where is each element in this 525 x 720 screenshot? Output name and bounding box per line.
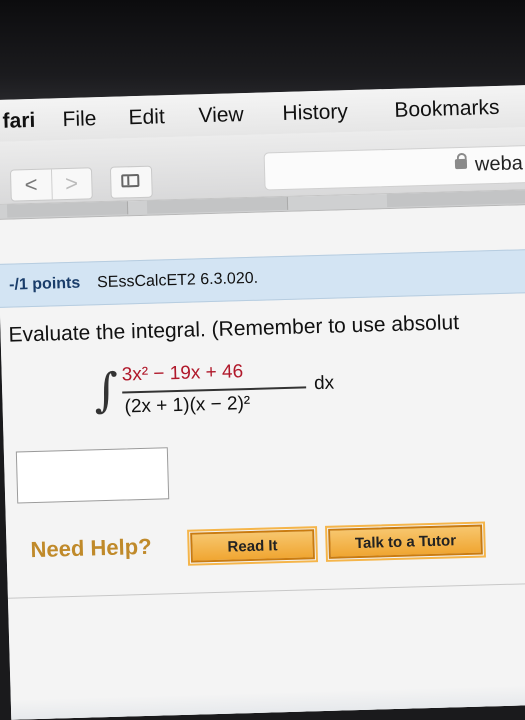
answer-input[interactable] — [15, 447, 170, 504]
fraction-bar — [122, 386, 307, 394]
menu-bookmarks[interactable]: Bookmarks — [394, 96, 500, 123]
need-help-label: Need Help? — [30, 533, 152, 563]
menu-view[interactable]: View — [198, 103, 244, 128]
sidebar-icon — [121, 173, 140, 188]
menu-history[interactable]: History — [282, 100, 348, 126]
url-text: weba — [474, 152, 524, 176]
menu-edit[interactable]: Edit — [128, 105, 165, 130]
page-bottom — [10, 684, 525, 720]
nav-buttons: < > — [9, 167, 93, 202]
bookmark-tab[interactable] — [146, 196, 289, 214]
menu-app-name[interactable]: fari — [2, 109, 35, 134]
address-bar[interactable]: weba — [263, 144, 525, 191]
talk-to-tutor-button[interactable]: Talk to a Tutor — [325, 521, 486, 563]
section-divider — [7, 582, 525, 599]
question-prompt: Evaluate the integral. (Remember to use … — [8, 311, 460, 347]
differential: dx — [313, 372, 335, 395]
question-code: SEssCalcET2 6.3.020. — [96, 269, 259, 292]
integral-sign: ∫ — [93, 362, 119, 418]
bookmark-tab[interactable] — [6, 201, 129, 218]
back-button[interactable]: < — [11, 169, 51, 200]
browser-window: fari File Edit View History Bookmarks < … — [0, 84, 525, 720]
integrand-numerator: 3x² − 19x + 46 — [121, 361, 244, 386]
menu-file[interactable]: File — [62, 107, 97, 132]
lock-icon — [454, 158, 468, 170]
integrand-denominator: (2x + 1)(x − 2)² — [124, 392, 251, 418]
page-content: -/1 points SEssCalcET2 6.3.020. Evaluate… — [0, 204, 525, 720]
sidebar-toggle-button[interactable] — [109, 165, 153, 199]
question-header: -/1 points SEssCalcET2 6.3.020. — [0, 248, 525, 308]
read-it-button[interactable]: Read It — [187, 525, 318, 567]
forward-button[interactable]: > — [50, 168, 92, 200]
points-label: -/1 points — [8, 274, 81, 294]
